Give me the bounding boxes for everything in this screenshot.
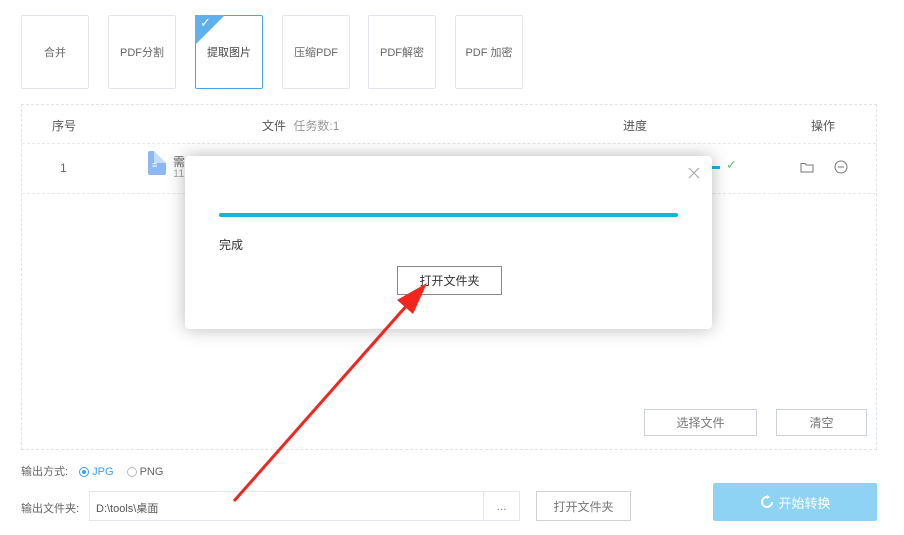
output-format-row: 输出方式: JPG PNG [21,463,163,479]
header-file-label: 文件 [262,119,287,133]
output-folder-input[interactable]: D:\tools\桌面 [89,491,484,521]
dialog-progress-fill [219,213,678,217]
tool-label: PDF 加密 [465,47,513,59]
radio-selected-icon [79,467,90,477]
header-file: 文件 任务数:1 [262,117,339,134]
tool-compress-pdf[interactable]: 压缩PDF [282,15,350,89]
tool-extract-images[interactable]: ✓ 提取图片 [195,15,263,89]
pdf-file-icon: ≡ [148,151,166,175]
dialog-progress-bar [219,213,678,217]
browse-button[interactable]: ... [483,491,520,521]
header-action: 操作 [811,119,836,133]
tool-label: 提取图片 [207,47,251,59]
row-filesize: 11 [173,168,185,180]
format-option-png[interactable]: PNG [126,466,164,478]
output-folder-value: D:\tools\桌面 [96,503,159,515]
tool-label: 合并 [44,47,66,59]
radio-icon [126,467,137,477]
close-icon[interactable] [688,167,700,182]
refresh-icon [759,494,775,510]
tool-pdf-decrypt[interactable]: PDF解密 [368,15,436,89]
row-progress-bar-end [712,166,720,169]
start-convert-label: 开始转换 [778,495,831,511]
header-progress: 进度 [623,119,648,133]
tool-label: PDF分割 [120,47,164,59]
format-option-label: JPG [92,466,114,478]
open-folder-button[interactable]: 打开文件夹 [536,491,631,521]
tool-pdf-split[interactable]: PDF分割 [108,15,176,89]
dialog-open-folder-button[interactable]: 打开文件夹 [397,266,502,295]
format-option-label: PNG [139,466,164,478]
tool-label: 压缩PDF [294,47,338,59]
format-option-jpg[interactable]: JPG [79,466,116,478]
completion-dialog: 完成 打开文件夹 [185,156,712,329]
tool-merge[interactable]: 合并 [21,15,89,89]
start-convert-button[interactable]: 开始转换 [713,483,877,521]
output-folder-label: 输出文件夹: [21,503,80,515]
clear-button[interactable]: 清空 [776,409,867,436]
folder-icon[interactable] [800,161,814,176]
remove-icon[interactable] [834,160,848,177]
header-index: 序号 [52,119,77,133]
header-task-count: 任务数:1 [293,119,340,133]
dialog-status: 完成 [219,238,244,252]
check-icon: ✓ [200,16,211,31]
output-format-label: 输出方式: [21,466,69,478]
success-check-icon: ✓ [726,158,737,173]
row-index: 1 [60,161,67,175]
tool-pdf-encrypt[interactable]: PDF 加密 [455,15,523,89]
table-header: 序号 文件 任务数:1 进度 操作 [22,105,876,144]
tool-label: PDF解密 [380,47,424,59]
select-files-button[interactable]: 选择文件 [644,409,757,436]
